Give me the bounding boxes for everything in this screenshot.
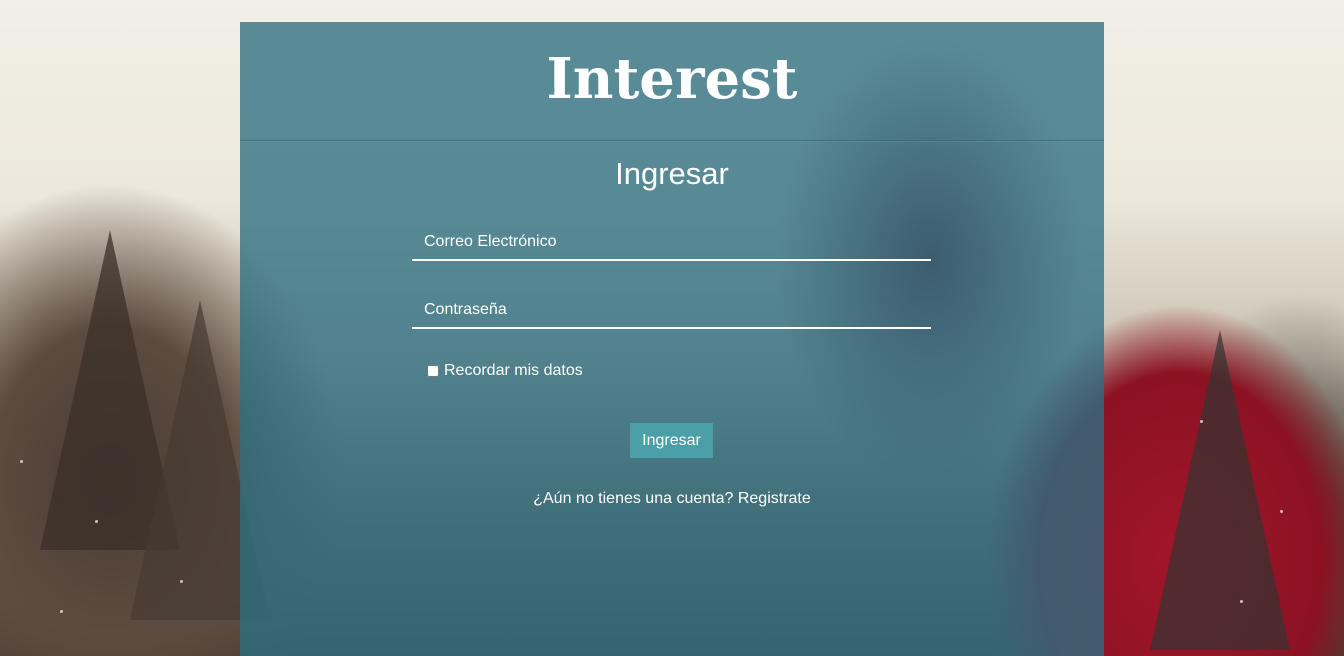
snowflake <box>1240 600 1243 603</box>
snowflake <box>20 460 23 463</box>
panel-header: Interest <box>240 22 1104 141</box>
password-field[interactable] <box>412 293 931 329</box>
login-panel: Interest Ingresar Recordar mis datos Ing… <box>240 22 1104 656</box>
snowflake <box>95 520 98 523</box>
register-prompt-row: ¿Aún no tienes una cuenta? Registrate <box>240 490 1104 508</box>
remember-me-label: Recordar mis datos <box>444 362 583 379</box>
remember-me-row[interactable]: Recordar mis datos <box>427 362 583 380</box>
snowflake <box>60 610 63 613</box>
email-field[interactable] <box>412 225 931 261</box>
snowflake <box>180 580 183 583</box>
snowflake <box>1200 420 1203 423</box>
form-title: Ingresar <box>615 156 729 191</box>
login-button[interactable]: Ingresar <box>630 423 713 458</box>
register-link[interactable]: Registrate <box>738 490 811 507</box>
register-prompt-text: ¿Aún no tienes una cuenta? <box>533 490 734 507</box>
background-tree <box>1150 330 1290 650</box>
brand-logo-text[interactable]: Interest <box>547 46 798 112</box>
snowflake <box>1280 510 1283 513</box>
remember-me-checkbox[interactable] <box>427 365 439 377</box>
